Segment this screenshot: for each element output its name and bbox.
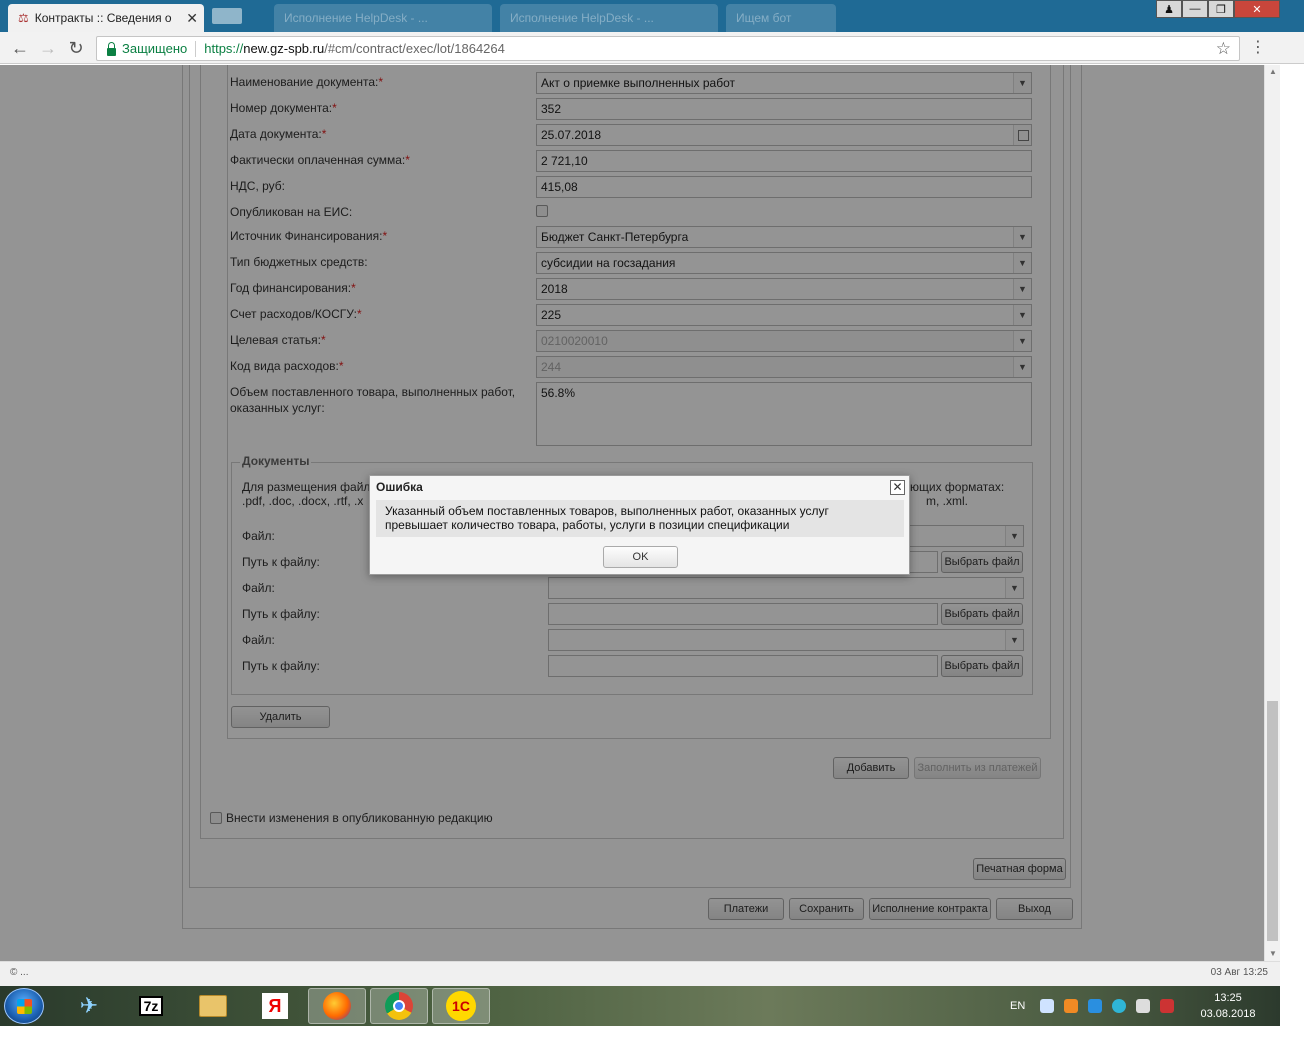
divider xyxy=(195,40,197,57)
user-icon[interactable]: ♟ xyxy=(1156,0,1182,18)
monitor-icon[interactable] xyxy=(1136,999,1151,1013)
tab-title: Исполнение HelpDesk - ... xyxy=(284,11,428,25)
scroll-down-arrow-icon[interactable]: ▼ xyxy=(1265,947,1281,961)
tab-title: Исполнение HelpDesk - ... xyxy=(510,11,654,25)
new-tab-button[interactable] xyxy=(212,8,242,24)
clock-date: 03.08.2018 xyxy=(1200,1008,1256,1020)
lock-icon xyxy=(107,41,116,56)
status-bar: © ... 03 Авг 13:25 xyxy=(0,961,1280,986)
yandex-app-icon[interactable]: Я xyxy=(246,988,304,1024)
browser-toolbar: ← → ↻ Защищено https:// new.gz-spb.ru /#… xyxy=(0,32,1304,64)
chrome-app-icon[interactable] xyxy=(370,988,428,1024)
7zip-app-icon[interactable]: 7z xyxy=(122,988,180,1024)
tab-contracts[interactable]: ⚖ Контракты :: Сведения о ✕ xyxy=(8,4,204,32)
bookmark-star-icon[interactable]: ☆ xyxy=(1216,39,1231,59)
1c-app-icon[interactable]: 1С xyxy=(432,988,490,1024)
url-path: /#cm/contract/exec/lot/1864264 xyxy=(324,41,505,56)
windows-taskbar: ✈ 7z Я 1С EN 13:25 03.08.2018 xyxy=(0,986,1280,1026)
ok-button[interactable]: OK xyxy=(603,546,678,568)
teamviewer-icon[interactable] xyxy=(1088,999,1103,1013)
tab-helpdesk-2[interactable]: Исполнение HelpDesk - ... xyxy=(500,4,718,32)
dialog-message: Указанный объем поставленных товаров, вы… xyxy=(376,500,904,537)
app-tray-icon[interactable] xyxy=(1064,999,1079,1013)
browser-tray-icon[interactable] xyxy=(1112,999,1127,1013)
browser-tab-bar: ⚖ Контракты :: Сведения о ✕ Исполнение H… xyxy=(0,0,1304,32)
folder-app-icon[interactable] xyxy=(184,988,242,1024)
scroll-up-arrow-icon[interactable]: ▲ xyxy=(1265,65,1281,79)
tab-helpdesk-1[interactable]: Исполнение HelpDesk - ... xyxy=(274,4,492,32)
status-left: © ... xyxy=(10,967,29,978)
close-icon[interactable]: ✕ xyxy=(186,10,198,27)
back-arrow-icon[interactable]: ← xyxy=(8,37,32,59)
firefox-app-icon[interactable] xyxy=(308,988,366,1024)
minimize-button[interactable]: — xyxy=(1182,0,1208,18)
scroll-thumb[interactable] xyxy=(1267,701,1278,941)
language-indicator[interactable]: EN xyxy=(1010,1000,1025,1012)
start-button[interactable] xyxy=(4,988,44,1024)
bottom-margin xyxy=(0,1026,1304,1042)
taskbar-clock[interactable]: 13:25 03.08.2018 xyxy=(1190,990,1266,1022)
close-icon[interactable]: ✕ xyxy=(890,480,905,495)
clock-time: 13:25 xyxy=(1214,992,1242,1004)
browser-menu-icon[interactable]: ⋮ xyxy=(1250,37,1266,57)
speaker-muted-icon[interactable] xyxy=(1160,999,1175,1013)
restore-button[interactable]: ❐ xyxy=(1208,0,1234,18)
tab-title: Ищем бот xyxy=(736,11,792,25)
window-controls: ♟ — ❐ ✕ xyxy=(1156,0,1280,18)
address-bar[interactable]: Защищено https:// new.gz-spb.ru /#cm/con… xyxy=(96,36,1240,61)
url-scheme: https:// xyxy=(204,41,244,56)
forward-arrow-icon[interactable]: → xyxy=(36,37,60,59)
url-host: new.gz-spb.ru xyxy=(243,41,325,56)
network-icon[interactable] xyxy=(1040,999,1055,1013)
dialog-title: Ошибка xyxy=(376,480,423,494)
swallow-app-icon[interactable]: ✈ xyxy=(60,988,118,1024)
tab-bot[interactable]: Ищем бот xyxy=(726,4,836,32)
system-tray: EN xyxy=(1010,986,1179,1026)
window-close-button[interactable]: ✕ xyxy=(1234,0,1280,18)
page-scrollbar[interactable]: ▲ ▼ xyxy=(1264,65,1280,961)
gavel-icon: ⚖ xyxy=(18,11,29,25)
error-dialog: Ошибка ✕ Указанный объем поставленных то… xyxy=(369,475,910,575)
right-margin xyxy=(1280,65,1304,986)
reload-icon[interactable]: ↻ xyxy=(64,37,88,59)
tab-title: Контракты :: Сведения о xyxy=(34,11,172,25)
status-datetime: 03 Авг 13:25 xyxy=(1210,967,1268,978)
secure-label: Защищено xyxy=(122,41,188,56)
